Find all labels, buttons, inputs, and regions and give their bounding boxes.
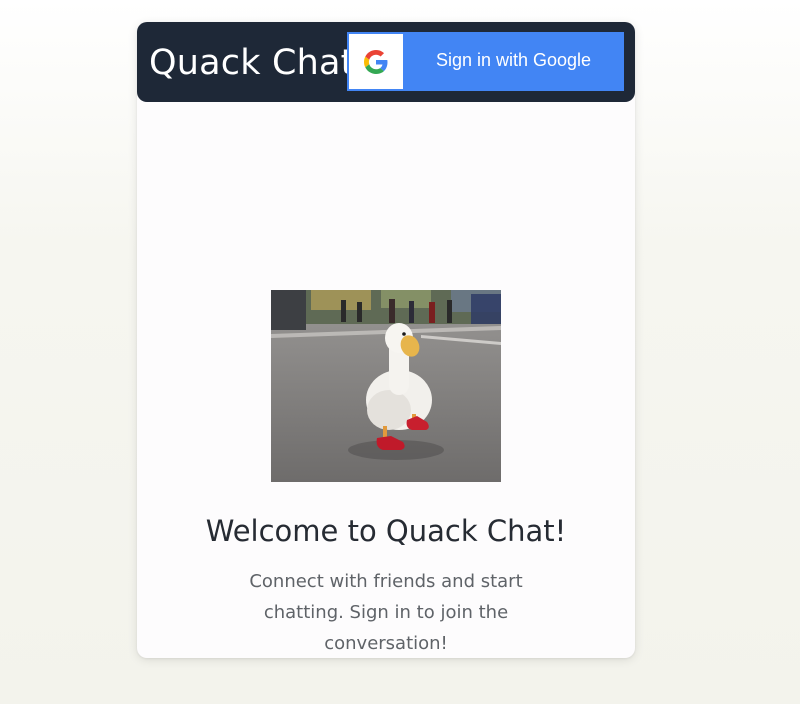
welcome-heading: Welcome to Quack Chat! <box>205 514 567 548</box>
app-title: Quack Chat <box>149 43 355 83</box>
welcome-card: Quack Chat Sign in with Google Welcome t… <box>137 22 635 658</box>
google-logo-icon <box>349 34 403 89</box>
duck-image <box>271 290 501 482</box>
welcome-description: Connect with friends and start chatting.… <box>249 571 523 654</box>
sign-in-with-google-button[interactable]: Sign in with Google <box>347 32 624 91</box>
sign-in-button-label: Sign in with Google <box>435 50 592 70</box>
app-header: Quack Chat Sign in with Google <box>137 22 635 102</box>
